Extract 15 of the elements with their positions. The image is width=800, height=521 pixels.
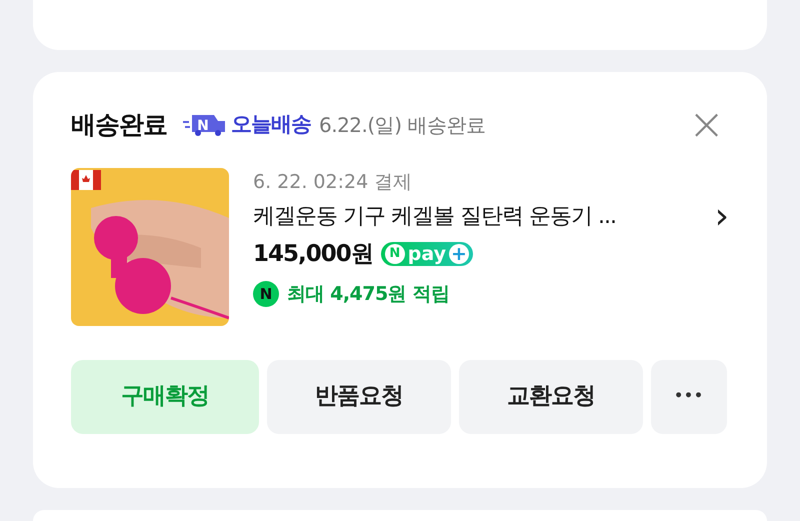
more-button[interactable]: ••• — [651, 360, 727, 434]
chevron-button[interactable]: › — [714, 204, 729, 228]
flag-icon — [71, 170, 101, 190]
price: 145,000원 — [253, 240, 373, 269]
close-button[interactable]: × — [684, 110, 729, 140]
product-name[interactable]: 케겔운동 기구 케겔볼 질탄력 운동기 ... — [253, 200, 616, 233]
delivery-label: 오늘배송 — [231, 111, 311, 138]
action-button[interactable]: 반품요청 — [267, 360, 451, 434]
action-button[interactable]: 교환요청 — [459, 360, 643, 434]
delivery-status: 6.22.(일) 배송완료 — [319, 112, 486, 139]
point-icon: N — [253, 280, 279, 307]
status-title: 배송완료 — [71, 109, 167, 141]
payment-date: 6. 22. 02:24 결제 — [253, 170, 414, 194]
npay-badge: N pay + — [380, 242, 473, 266]
reward-text: 최대 4,475원 적립 — [287, 282, 450, 306]
